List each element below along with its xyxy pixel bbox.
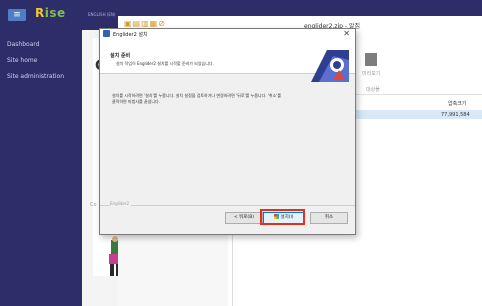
sidebar-item-site-home[interactable]: Site home	[0, 52, 82, 69]
ribbon-target-label[interactable]: 대상폴	[366, 86, 380, 93]
file-size-value: 77,991,584	[441, 112, 470, 118]
brand-logo: Rise	[35, 6, 66, 20]
lms-section-text: Co	[90, 202, 97, 208]
dialog-header-title: 설치 준비	[110, 53, 131, 59]
dialog-body-line-2: 클릭하면 마법사를 끝냅니다.	[112, 99, 160, 104]
app-icon	[103, 30, 110, 37]
dialog-header: 설치 준비 설치 작업이 Englider2 설치를 시작할 준비가 되었습니다…	[100, 39, 355, 82]
ribbon-preview-label[interactable]: 미리보기	[362, 70, 380, 77]
dialog-title: Englider2 설치	[113, 32, 148, 38]
install-button-highlight	[260, 209, 305, 225]
dialog-titlebar[interactable]: Englider2 설치 ✕	[100, 29, 355, 39]
quick-access-toolbar[interactable]: ▣▤▥▦⊘	[124, 19, 166, 28]
cancel-button[interactable]: 취소	[310, 212, 348, 224]
dialog-separator	[100, 205, 355, 206]
dialog-brand-text: Englider2	[110, 201, 132, 206]
back-button[interactable]: < 뒤로(B)	[225, 212, 263, 224]
dialog-header-subtitle: 설치 작업이 Englider2 설치를 시작할 준비가 되었습니다.	[116, 61, 214, 66]
sidebar-item-site-administration[interactable]: Site administration	[0, 68, 82, 85]
column-header-compressed-size[interactable]: 압축크기	[448, 100, 466, 107]
installer-logo-icon	[311, 50, 349, 82]
lms-language-label[interactable]: ENGLISH (EN)	[88, 12, 116, 17]
preview-icon[interactable]	[365, 53, 377, 66]
close-icon[interactable]: ✕	[343, 29, 350, 39]
hamburger-icon[interactable]: ≡	[8, 9, 26, 21]
installer-dialog: Englider2 설치 ✕ 설치 준비 설치 작업이 Englider2 설치…	[99, 28, 356, 235]
lms-sidebar: ≡ Rise Dashboard Site home Site administ…	[0, 0, 82, 306]
sidebar-item-dashboard[interactable]: Dashboard	[0, 36, 82, 53]
